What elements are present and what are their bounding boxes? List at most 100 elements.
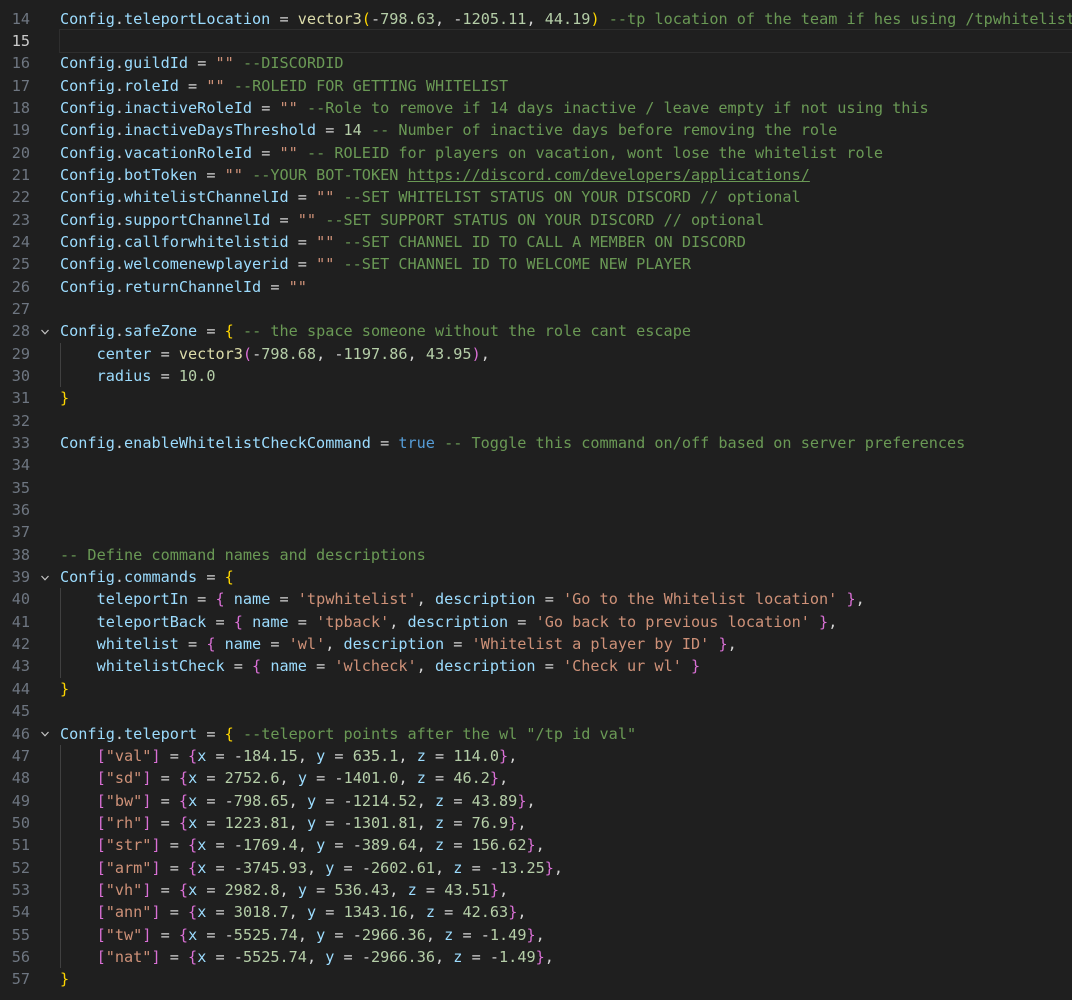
code-line[interactable]: 57} [0, 968, 1072, 990]
code-line[interactable]: 20 Config.vacationRoleId = "" -- ROLEID f… [0, 142, 1072, 164]
code-text[interactable]: ["arm"] = {x = -3745.93, y = -2602.61, z… [60, 856, 1072, 879]
code-text[interactable]: radius = 10.0 [60, 365, 1072, 388]
code-text[interactable]: ["str"] = {x = -1769.4, y = -389.64, z =… [60, 834, 1072, 857]
code-text[interactable]: Config.inactiveRoleId = "" --Role to rem… [60, 97, 1072, 119]
code-token: 3745.93 [242, 858, 307, 877]
code-text[interactable] [60, 454, 1072, 476]
code-text[interactable]: ["ann"] = {x = 3018.7, y = 1343.16, z = … [60, 901, 1072, 924]
code-line[interactable]: 15 [0, 28, 1072, 54]
code-text[interactable] [60, 499, 1072, 521]
code-text[interactable]: ["bw"] = {x = -798.65, y = -1214.52, z =… [60, 789, 1072, 812]
code-line[interactable]: 53 ["vh"] = {x = 2982.8, y = 536.43, z =… [0, 878, 1072, 902]
code-text[interactable]: Config.guildId = "" --DISCORDID [60, 52, 1072, 74]
fold-chevron-icon[interactable] [30, 320, 60, 342]
code-line[interactable]: 25 Config.welcomenewplayerid = "" --SET C… [0, 253, 1072, 275]
code-line[interactable]: 49 ["bw"] = {x = -798.65, y = -1214.52, … [0, 789, 1072, 812]
code-line[interactable]: 38 -- Define command names and descriptio… [0, 544, 1072, 566]
code-line[interactable]: 35 [0, 477, 1072, 499]
code-text[interactable]: teleportBack = { name = 'tpback', descri… [60, 610, 1072, 634]
code-line[interactable]: 41 teleportBack = { name = 'tpback', des… [0, 610, 1072, 634]
fold-chevron-icon[interactable] [30, 566, 60, 588]
code-text[interactable]: Config.roleId = "" --ROLEID FOR GETTING … [60, 75, 1072, 97]
code-line[interactable]: 16 Config.guildId = "" --DISCORDID [0, 52, 1072, 74]
code-token: "rh" [105, 813, 143, 832]
code-text[interactable]: Config.teleportLocation = vector3(-798.6… [60, 8, 1072, 30]
code-line[interactable]: 17 Config.roleId = "" --ROLEID FOR GETTIN… [0, 75, 1072, 97]
code-line[interactable]: 42 whitelist = { name = 'wl', descriptio… [0, 633, 1072, 656]
code-line[interactable]: 43 whitelistCheck = { name = 'wlcheck', … [0, 655, 1072, 678]
code-line[interactable]: 19 Config.inactiveDaysThreshold = 14 -- N… [0, 119, 1072, 141]
code-line[interactable]: 51 ["str"] = {x = -1769.4, y = -389.64, … [0, 834, 1072, 857]
code-line[interactable]: 30 radius = 10.0 [0, 365, 1072, 388]
code-line[interactable]: 50 ["rh"] = {x = 1223.81, y = -1301.81, … [0, 811, 1072, 835]
code-line[interactable]: 37 [0, 521, 1072, 543]
code-line[interactable]: 48 ["sd"] = {x = 2752.6, y = -1401.0, z … [0, 767, 1072, 790]
code-line[interactable]: 18 Config.inactiveRoleId = "" --Role to r… [0, 97, 1072, 119]
code-text[interactable]: teleportIn = { name = 'tpwhitelist', des… [60, 588, 1072, 611]
code-text[interactable] [59, 28, 1072, 54]
code-text[interactable]: } [60, 968, 1072, 990]
code-token: callforwhitelistid [124, 232, 289, 251]
fold-chevron-icon[interactable] [30, 723, 60, 745]
code-text[interactable]: ["rh"] = {x = 1223.81, y = -1301.81, z =… [60, 811, 1072, 835]
code-line[interactable]: 14 Config.teleportLocation = vector3(-798… [0, 8, 1072, 30]
code-text[interactable]: -- Define command names and descriptions [60, 544, 1072, 566]
code-line[interactable]: 28 Config.safeZone = { -- the space someo… [0, 320, 1072, 342]
code-line[interactable]: 24 Config.callforwhitelistid = "" --SET C… [0, 231, 1072, 253]
code-line[interactable]: 34 [0, 454, 1072, 476]
code-text[interactable]: Config.inactiveDaysThreshold = 14 -- Num… [60, 119, 1072, 141]
code-text[interactable]: Config.enableWhitelistCheckCommand = tru… [60, 432, 1072, 454]
code-line[interactable]: 55 ["tw"] = {x = -5525.74, y = -2966.36,… [0, 923, 1072, 946]
code-token: = [252, 143, 280, 162]
code-token: = [188, 54, 216, 73]
code-line[interactable]: 54 ["ann"] = {x = 3018.7, y = 1343.16, z… [0, 901, 1072, 924]
code-text[interactable] [60, 700, 1072, 722]
code-text[interactable]: ["nat"] = {x = -5525.74, y = -2966.36, z… [60, 945, 1072, 969]
code-line[interactable]: 32 [0, 410, 1072, 432]
code-text[interactable] [60, 298, 1072, 320]
code-line[interactable]: 46 Config.teleport = { --teleport points … [0, 723, 1072, 745]
code-text[interactable]: ["tw"] = {x = -5525.74, y = -2966.36, z … [60, 923, 1072, 946]
code-text[interactable]: whitelistCheck = { name = 'wlcheck', des… [60, 655, 1072, 678]
code-line[interactable]: 27 [0, 298, 1072, 320]
code-text[interactable]: Config.callforwhitelistid = "" --SET CHA… [60, 231, 1072, 253]
code-line[interactable]: 47 ["val"] = {x = -184.15, y = 635.1, z … [0, 744, 1072, 768]
code-line[interactable]: 23 Config.supportChannelId = "" --SET SUP… [0, 209, 1072, 231]
code-text[interactable] [60, 477, 1072, 499]
code-editor[interactable]: 14 Config.teleportLocation = vector3(-798… [0, 0, 1072, 1000]
code-text[interactable]: Config.safeZone = { -- the space someone… [60, 320, 1072, 342]
code-text[interactable]: Config.supportChannelId = "" --SET SUPPO… [60, 209, 1072, 231]
code-text[interactable]: Config.teleport = { --teleport points af… [60, 723, 1072, 745]
code-line[interactable]: 36 [0, 499, 1072, 521]
code-line[interactable]: 39 Config.commands = { [0, 566, 1072, 588]
code-text[interactable]: ["sd"] = {x = 2752.6, y = -1401.0, z = 4… [60, 767, 1072, 790]
code-token[interactable]: https://discord.com/developers/applicati… [408, 166, 810, 184]
code-text[interactable]: } [60, 387, 1072, 409]
code-line[interactable]: 33 Config.enableWhitelistCheckCommand = t… [0, 432, 1072, 454]
code-line[interactable]: 44} [0, 678, 1072, 700]
code-line[interactable]: 21 Config.botToken = "" --YOUR BOT-TOKEN … [0, 164, 1072, 186]
code-token: 2966.36 [361, 925, 426, 944]
code-token: 'wlcheck' [334, 657, 417, 676]
code-text[interactable]: whitelist = { name = 'wl', description =… [60, 633, 1072, 656]
code-line[interactable]: 56 ["nat"] = {x = -5525.74, y = -2966.36… [0, 945, 1072, 969]
code-text[interactable]: ["val"] = {x = -184.15, y = 635.1, z = 1… [60, 744, 1072, 768]
code-text[interactable]: Config.botToken = "" --YOUR BOT-TOKEN ht… [60, 164, 1072, 186]
code-text[interactable]: Config.welcomenewplayerid = "" --SET CHA… [60, 253, 1072, 275]
code-line[interactable]: 45 [0, 700, 1072, 722]
code-text[interactable]: Config.commands = { [60, 566, 1072, 588]
code-text[interactable] [60, 410, 1072, 432]
code-line[interactable]: 22 Config.whitelistChannelId = "" --SET W… [0, 186, 1072, 208]
code-text[interactable]: } [60, 678, 1072, 700]
code-text[interactable]: ["vh"] = {x = 2982.8, y = 536.43, z = 43… [60, 878, 1072, 902]
code-text[interactable] [60, 521, 1072, 543]
code-line[interactable]: 52 ["arm"] = {x = -3745.93, y = -2602.61… [0, 856, 1072, 879]
code-line[interactable]: 29 center = vector3(-798.68, -1197.86, 4… [0, 342, 1072, 365]
code-line[interactable]: 40 teleportIn = { name = 'tpwhitelist', … [0, 588, 1072, 611]
code-text[interactable]: Config.returnChannelId = "" [60, 276, 1072, 298]
code-text[interactable]: center = vector3(-798.68, -1197.86, 43.9… [60, 342, 1072, 365]
code-line[interactable]: 26 Config.returnChannelId = "" [0, 276, 1072, 298]
code-text[interactable]: Config.whitelistChannelId = "" --SET WHI… [60, 186, 1072, 208]
code-text[interactable]: Config.vacationRoleId = "" -- ROLEID for… [60, 142, 1072, 164]
code-line[interactable]: 31} [0, 387, 1072, 409]
